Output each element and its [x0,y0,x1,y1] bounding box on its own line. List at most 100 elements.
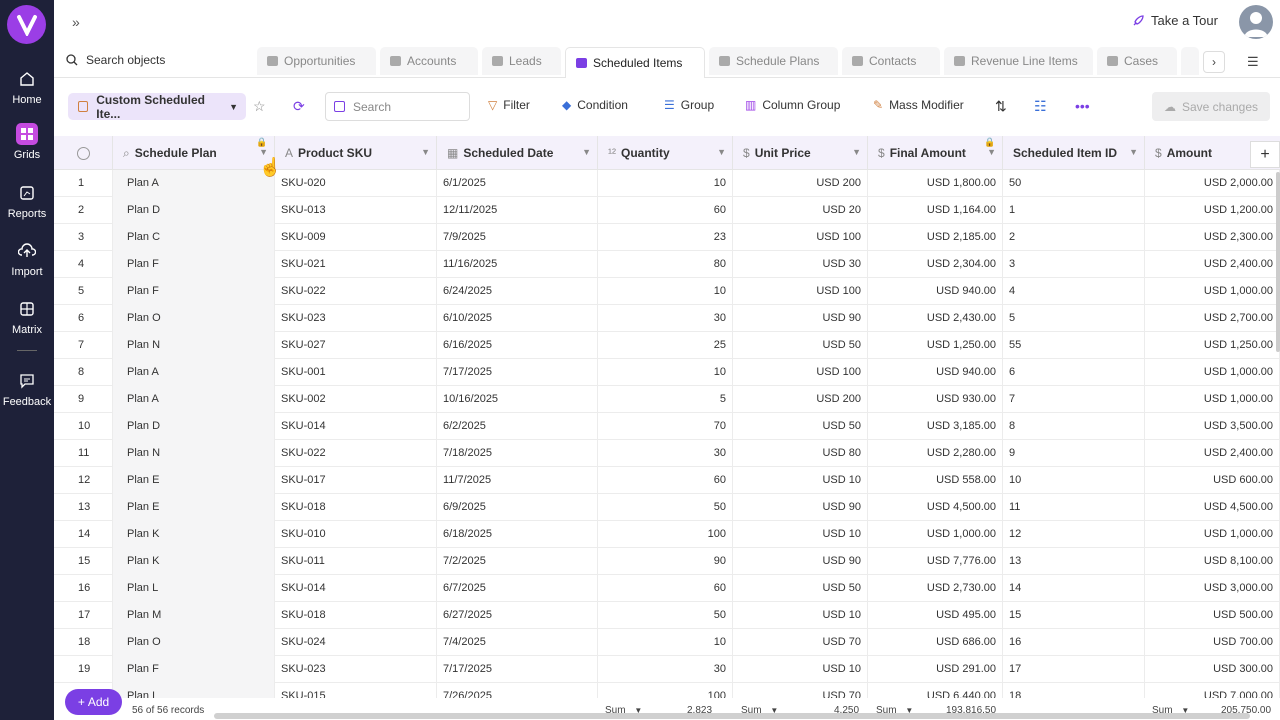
tab-accounts[interactable]: Accounts [380,47,478,75]
cell-price[interactable]: USD 70 [733,683,868,698]
cell-plan[interactable]: Plan A [113,359,275,386]
cell-amount[interactable]: USD 3,500.00 [1145,413,1280,440]
cell-sku[interactable]: SKU-009 [275,224,437,251]
horizontal-scrollbar[interactable] [214,713,1250,719]
cell-plan[interactable]: Plan N [113,332,275,359]
cell-final[interactable]: USD 3,185.00 [868,413,1003,440]
nav-import[interactable]: Import [0,240,54,278]
cell-date[interactable]: 11/7/2025 [437,467,598,494]
cell-qty[interactable]: 50 [598,602,733,629]
cell-n[interactable]: 14 [54,521,113,548]
cell-final[interactable]: USD 495.00 [868,602,1003,629]
column-group-button[interactable]: ▥ Column Group [745,98,840,112]
cell-price[interactable]: USD 200 [733,170,868,197]
cell-n[interactable]: 13 [54,494,113,521]
more-options-icon[interactable]: ••• [1075,98,1090,114]
cell-final[interactable]: USD 686.00 [868,629,1003,656]
cell-qty[interactable]: 10 [598,629,733,656]
cell-id[interactable]: 9 [1003,440,1145,467]
tab-contacts[interactable]: Contacts [842,47,940,75]
cell-qty[interactable]: 90 [598,548,733,575]
cell-qty[interactable]: 30 [598,305,733,332]
cell-price[interactable]: USD 50 [733,332,868,359]
cell-id[interactable]: 15 [1003,602,1145,629]
tab-schedule-plans[interactable]: Schedule Plans [709,47,838,75]
cell-date[interactable]: 7/2/2025 [437,548,598,575]
table-row[interactable]: 3 Plan C SKU-009 7/9/2025 23 USD 100 USD 2,185… [54,224,1280,251]
cell-n[interactable]: 5 [54,278,113,305]
mass-modifier-button[interactable]: ✎ Mass Modifier [873,98,964,112]
cell-amount[interactable]: USD 2,300.00 [1145,224,1280,251]
cell-price[interactable]: USD 10 [733,467,868,494]
cell-final[interactable]: USD 1,250.00 [868,332,1003,359]
cell-amount[interactable]: USD 2,400.00 [1145,440,1280,467]
cell-sku[interactable]: SKU-014 [275,575,437,602]
cell-final[interactable]: USD 1,800.00 [868,170,1003,197]
nav-grids[interactable]: Grids [0,123,54,161]
cell-price[interactable]: USD 10 [733,521,868,548]
cell-price[interactable]: USD 90 [733,305,868,332]
grid-search-input[interactable]: Search [325,92,470,121]
cell-n[interactable]: 4 [54,251,113,278]
cell-plan[interactable]: Plan M [113,602,275,629]
cell-date[interactable]: 6/18/2025 [437,521,598,548]
cell-price[interactable]: USD 10 [733,602,868,629]
nav-matrix[interactable]: Matrix [0,298,54,336]
cell-sku[interactable]: SKU-015 [275,683,437,698]
cell-price[interactable]: USD 20 [733,197,868,224]
cell-plan[interactable]: Plan A [113,170,275,197]
cell-date[interactable]: 12/11/2025 [437,197,598,224]
cell-final[interactable]: USD 1,000.00 [868,521,1003,548]
table-row[interactable]: 11 Plan N SKU-022 7/18/2025 30 USD 80 USD 2,28… [54,440,1280,467]
cell-amount[interactable]: USD 600.00 [1145,467,1280,494]
cell-price[interactable]: USD 100 [733,278,868,305]
chevron-down-icon[interactable]: ▼ [1129,147,1138,157]
cell-id[interactable]: 7 [1003,386,1145,413]
cell-n[interactable]: 18 [54,629,113,656]
cell-final[interactable]: USD 2,304.00 [868,251,1003,278]
save-changes-button[interactable]: ☁ Save changes [1152,92,1270,121]
cell-date[interactable]: 6/16/2025 [437,332,598,359]
cell-amount[interactable]: USD 2,400.00 [1145,251,1280,278]
cell-sku[interactable]: SKU-013 [275,197,437,224]
cell-date[interactable]: 7/26/2025 [437,683,598,698]
cell-plan[interactable]: Plan O [113,629,275,656]
cell-id[interactable]: 10 [1003,467,1145,494]
row-height-icon[interactable]: ☷ [1034,98,1047,115]
column-header-quantity[interactable]: ¹² Quantity ▼ [598,136,733,170]
condition-button[interactable]: ◆ Condition [562,98,628,112]
column-header-final-amount[interactable]: $ Final Amount ▼ [868,136,1003,170]
cell-date[interactable]: 6/9/2025 [437,494,598,521]
group-button[interactable]: ☰ Group [664,98,714,112]
cell-n[interactable]: 10 [54,413,113,440]
search-objects[interactable]: Search objects [66,53,165,67]
chevron-down-icon[interactable]: ▼ [852,147,861,157]
cell-qty[interactable]: 25 [598,332,733,359]
cell-sku[interactable]: SKU-024 [275,629,437,656]
chevron-down-icon[interactable]: ▼ [259,147,268,157]
cell-date[interactable]: 7/9/2025 [437,224,598,251]
cell-n[interactable]: 9 [54,386,113,413]
table-row[interactable]: 14 Plan K SKU-010 6/18/2025 100 USD 10 USD 1,0… [54,521,1280,548]
cell-id[interactable]: 6 [1003,359,1145,386]
cell-amount[interactable]: USD 1,000.00 [1145,521,1280,548]
cell-price[interactable]: USD 200 [733,386,868,413]
table-row[interactable]: 1 Plan A SKU-020 6/1/2025 10 USD 200 USD 1,800… [54,170,1280,197]
cell-plan[interactable]: Plan L [113,683,275,698]
cell-qty[interactable]: 100 [598,521,733,548]
table-row[interactable]: 16 Plan L SKU-014 6/7/2025 60 USD 50 USD 2,730… [54,575,1280,602]
cell-final[interactable]: USD 291.00 [868,656,1003,683]
cell-plan[interactable]: Plan K [113,521,275,548]
cell-price[interactable]: USD 10 [733,656,868,683]
chevron-down-icon[interactable]: ▼ [717,147,726,157]
cell-n[interactable]: 11 [54,440,113,467]
cell-qty[interactable]: 10 [598,278,733,305]
cell-amount[interactable]: USD 1,000.00 [1145,278,1280,305]
cell-price[interactable]: USD 100 [733,224,868,251]
cell-amount[interactable]: USD 1,000.00 [1145,359,1280,386]
table-row[interactable]: 19 Plan F SKU-023 7/17/2025 30 USD 10 USD 291.… [54,656,1280,683]
cell-amount[interactable]: USD 4,500.00 [1145,494,1280,521]
tab-leads[interactable]: Leads [482,47,561,75]
cell-sku[interactable]: SKU-027 [275,332,437,359]
cell-id[interactable]: 5 [1003,305,1145,332]
